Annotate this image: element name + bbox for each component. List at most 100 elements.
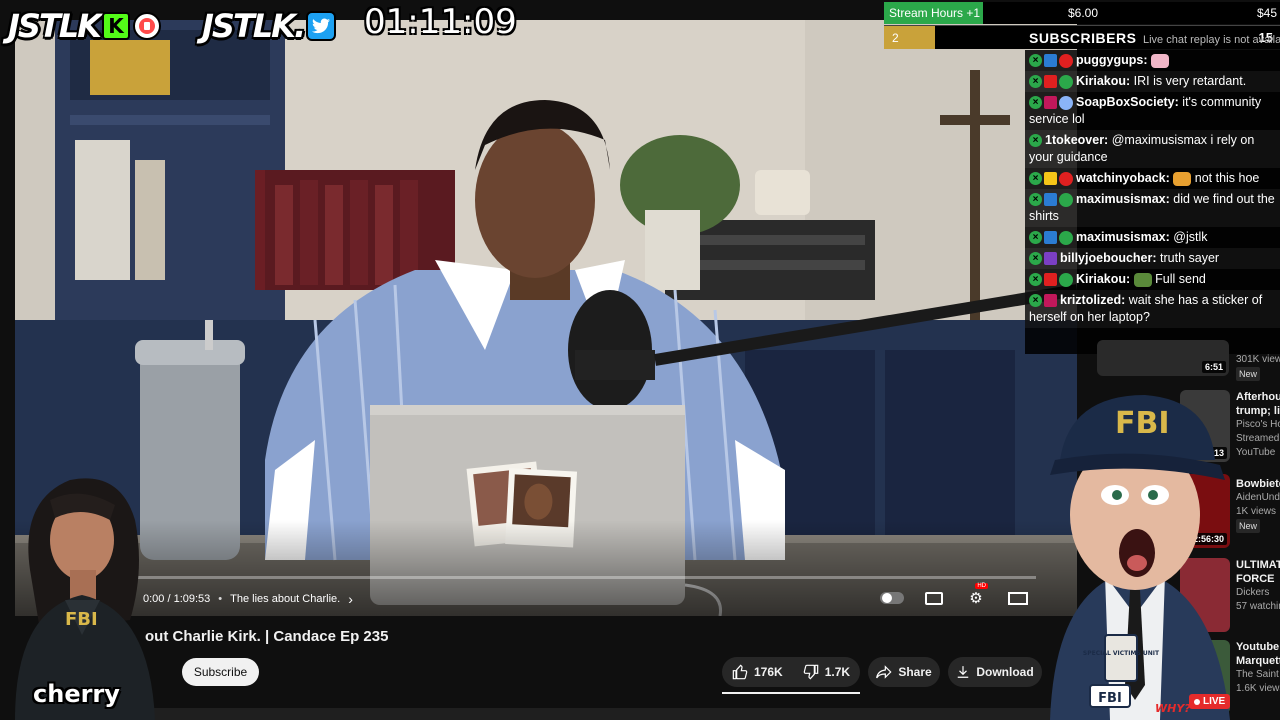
chat-badge-icon [1059, 53, 1073, 68]
jacket-text: FBI [65, 609, 98, 630]
chat-badges: × [1029, 294, 1057, 308]
suggestion-duration: 6:51 [1201, 361, 1226, 373]
chat-text: truth sayer [1160, 251, 1220, 265]
description-box-edge [15, 708, 1077, 720]
webcam-name-label: cherry [33, 680, 120, 708]
stream-hours-goal: Stream Hours +1 $6.00 $45 [884, 2, 1280, 24]
stream-hours-current: $6.00 [1068, 6, 1099, 20]
video-title: out Charlie Kirk. | Candace Ep 235 [145, 628, 389, 645]
chat-badge-icon [1059, 192, 1073, 207]
chat-badge-icon [1044, 74, 1057, 88]
kick-icon: K [101, 12, 130, 40]
moderator-icon: × [1029, 252, 1042, 266]
chat-message: × 1tokeover: @maximusismax i rely on your… [1025, 130, 1280, 168]
chat-badge-icon [1044, 294, 1057, 308]
settings-button[interactable]: ⚙ HD [964, 583, 988, 608]
chat-badge-icon [1059, 95, 1073, 110]
chat-text: not this hoe [1194, 171, 1260, 185]
chat-message: × billyjoeboucher: truth sayer [1025, 248, 1280, 269]
fbi-agent-avatar: SPECIAL VICTIMS UNIT FBI FBI WHY? [1050, 395, 1230, 720]
chat-username[interactable]: Kiriakou: [1076, 74, 1130, 88]
live-badge: LIVE [1189, 694, 1231, 709]
sign-text: WHY? [1155, 702, 1191, 715]
chat-badge-icon [1044, 272, 1057, 286]
chat-badge-icon [1044, 53, 1057, 67]
twitter-bird-icon [306, 11, 337, 41]
dislike-count: 1.7K [824, 665, 851, 679]
suggestion-info-1[interactable]: 301K views New [1236, 353, 1280, 382]
gear-icon: ⚙ [969, 590, 983, 607]
thumbs-down-icon [803, 664, 818, 680]
chat-username[interactable]: watchinyoback: [1076, 171, 1170, 185]
moderator-icon: × [1029, 171, 1042, 185]
chat-badges: × [1029, 95, 1073, 110]
chat-message: × maximusismax: did we find out the shirt… [1025, 189, 1280, 227]
chat-emote-icon [1173, 171, 1192, 186]
chat-badge-icon [1044, 95, 1057, 109]
like-button[interactable]: 176K [722, 657, 793, 687]
stream-hours-label: Stream Hours +1 [889, 6, 981, 20]
chat-badge-icon [1044, 252, 1057, 266]
share-button[interactable]: Share [868, 657, 940, 687]
chat-replay-notice: Live chat replay is not available [1143, 34, 1280, 46]
autoplay-toggle[interactable] [880, 588, 904, 608]
suggestion-info-3[interactable]: Bowbiete AidenUnde 1K views New [1236, 477, 1280, 534]
autoplay-switch-icon [880, 592, 904, 604]
dislike-button[interactable]: 1.7K [793, 657, 860, 687]
suggestion-info-4[interactable]: ULTIMAT FORCE Dickers 57 watchin [1236, 558, 1280, 614]
chat-badges: × [1029, 230, 1073, 245]
chat-username[interactable]: SoapBoxSociety: [1076, 95, 1179, 109]
moderator-icon: × [1029, 294, 1042, 308]
chat-text: @jstlk [1173, 230, 1208, 244]
like-count: 176K [754, 665, 783, 679]
chat-username[interactable]: maximusismax: [1076, 230, 1170, 244]
chat-username[interactable]: 1tokeover: [1045, 133, 1108, 147]
chat-badges: × [1029, 252, 1057, 266]
chat-badges: × [1029, 192, 1073, 207]
chat-overlay: × puggygups: × Kiriakou: IRI is very retar… [1025, 50, 1280, 354]
video-player[interactable] [15, 20, 1077, 616]
suggestion-info-2[interactable]: Afterhou trump; lie Pisco's Ho Streamed … [1236, 390, 1280, 460]
chat-badges: × [1029, 171, 1073, 186]
chapter-chevron-icon[interactable]: › [348, 591, 353, 607]
moderator-icon: × [1029, 134, 1042, 148]
video-progress-bar[interactable] [131, 576, 1036, 579]
chat-username[interactable]: Kiriakou: [1076, 272, 1130, 286]
player-controls-left: 0:00 / 1:09:53 • The lies about Charlie.… [143, 591, 353, 607]
player-controls-right: ⚙ HD [880, 583, 1030, 610]
moderator-icon: × [1029, 230, 1042, 244]
chat-badges: × [1029, 134, 1042, 148]
stream-timer: 01:11:09 [364, 2, 517, 42]
chat-message: × kriztolized: wait she has a sticker of … [1025, 290, 1280, 328]
chat-username[interactable]: puggygups: [1076, 53, 1148, 67]
card-text: SPECIAL VICTIMS UNIT [1083, 650, 1160, 657]
chat-username[interactable]: kriztolized: [1060, 293, 1125, 307]
chat-username[interactable]: maximusismax: [1076, 192, 1170, 206]
chat-badge-icon [1044, 230, 1057, 244]
chat-username[interactable]: billyjoeboucher: [1060, 251, 1157, 265]
twitter-logo-overlay: JSTLK. [202, 5, 337, 47]
captions-icon [925, 591, 943, 605]
record-icon [132, 12, 161, 40]
share-arrow-icon [876, 665, 892, 679]
stream-hours-target: $45 [1256, 6, 1277, 20]
suggestion-info-5[interactable]: Youtube Marquett The Saint 1.6K views [1236, 640, 1280, 696]
theater-mode-button[interactable] [1006, 588, 1030, 608]
subscribe-button[interactable]: Subscribe [182, 658, 259, 686]
download-icon [958, 666, 969, 678]
suggestion-thumbnail-1[interactable]: 6:51 [1097, 340, 1229, 376]
logo-text-right: JSTLK. [202, 7, 306, 45]
download-button[interactable]: Download [948, 657, 1042, 687]
kick-logo-overlay: JSTLK K [8, 5, 161, 47]
theater-icon [1008, 591, 1028, 605]
chat-badge-icon [1044, 192, 1057, 206]
captions-button[interactable] [922, 588, 946, 608]
chat-text: Full send [1155, 272, 1206, 286]
chapter-title[interactable]: The lies about Charlie. [230, 593, 340, 605]
moderator-icon: × [1029, 74, 1042, 88]
chat-badge-icon [1059, 74, 1073, 89]
cap-text: FBI [1115, 406, 1170, 441]
chat-badges: × [1029, 53, 1073, 68]
chat-badges: × [1029, 74, 1073, 89]
thumbs-up-icon [732, 664, 748, 680]
